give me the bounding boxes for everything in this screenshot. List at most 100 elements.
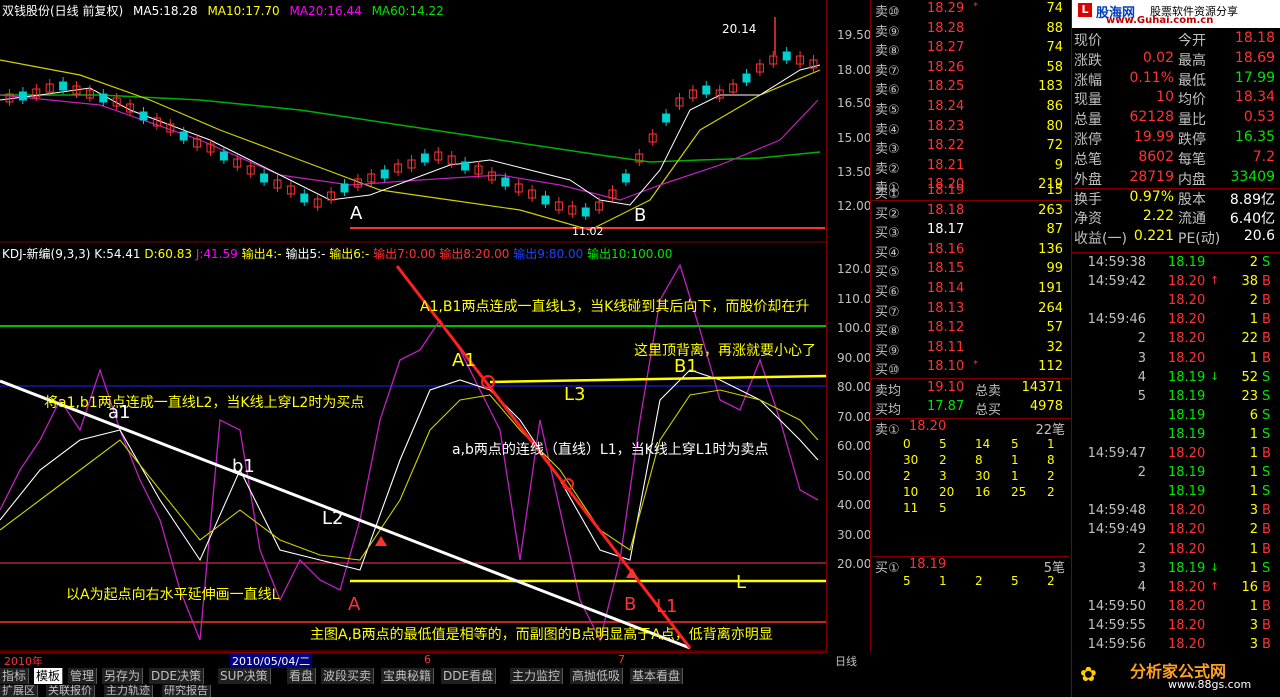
axis-kdj-10: 20.00 <box>837 557 872 571</box>
tick-time: 14:59:48 <box>1087 503 1146 519</box>
tab-12[interactable]: 基本看盘 <box>630 668 684 684</box>
tick-time: 14:59:49 <box>1087 522 1146 538</box>
buy-level-row[interactable]: 买④ 18.16 136 <box>873 242 1069 262</box>
stat-value: 18.69 <box>1234 49 1275 66</box>
sell-level-price: 18.23 <box>927 118 965 134</box>
sell-level-row[interactable]: 卖④ 18.23 80 <box>873 119 1069 139</box>
main-chart-area[interactable]: 双钱股份(日线 前复权) MA5:18.28 MA10:17.70 MA20:1… <box>0 0 868 669</box>
tick-volume: 3 <box>1249 617 1258 633</box>
buy-level-row[interactable]: 买⑤ 18.15 99 <box>873 261 1069 281</box>
tick-side: B <box>1262 522 1271 538</box>
sell-level-row[interactable]: 卖⑦ 18.26 58 <box>873 60 1069 80</box>
tick-time: 14:59:55 <box>1087 617 1146 633</box>
tab-3[interactable]: 另存为 <box>102 668 144 684</box>
buy-level-row[interactable]: 买⑦ 18.13 264 <box>873 301 1069 321</box>
stat-key: 量比 <box>1178 112 1206 129</box>
stat-value: 19.99 <box>1133 129 1174 145</box>
sell-level-label: 卖⑧ <box>875 44 900 60</box>
tick-price: 18.20 <box>1168 617 1206 633</box>
buy-level-row[interactable]: 买⑨ 18.11 32 <box>873 340 1069 360</box>
queue-cell: 2 <box>975 574 983 588</box>
buy-level-label: 买④ <box>875 245 900 261</box>
point-L: L <box>736 572 747 593</box>
buy-level-volume: 32 <box>1046 339 1063 355</box>
tick-side: B <box>1262 617 1271 633</box>
buy-level-volume: 263 <box>1038 202 1063 218</box>
annotation-l1-sell: a,b两点的连线（直线）L1，当K线上穿L1时为卖点 <box>452 442 769 458</box>
stat-value: 16.35 <box>1234 129 1275 145</box>
tick-side: S <box>1262 369 1271 385</box>
avg-price: 17.87 <box>927 399 965 414</box>
queue-cell: 11 <box>903 501 919 515</box>
price-axis: 19.50 18.00 16.50 15.00 13.50 12.00 120.… <box>826 0 872 668</box>
tick-side: S <box>1262 465 1271 481</box>
buy-level-price: 18.12 <box>927 320 965 336</box>
queue-cell: 5 <box>1011 574 1019 588</box>
buy-level-volume: 112 <box>1038 359 1063 375</box>
tab-4[interactable]: DDE决策 <box>149 668 205 684</box>
tab-7[interactable]: 波段买卖 <box>321 668 375 684</box>
tab2-0[interactable]: 扩展区 <box>0 685 38 697</box>
queue-cell: 2 <box>1047 469 1055 483</box>
buy-level-price: 18.18 <box>927 202 965 218</box>
tab-11[interactable]: 高抛低吸 <box>570 668 624 684</box>
tick-volume: 3 <box>1249 637 1258 652</box>
sell-level-price: 18.25 <box>927 79 965 95</box>
sell-level-row[interactable]: 卖⑥ 18.25 183 <box>873 79 1069 99</box>
tab-5[interactable]: SUP决策 <box>218 668 271 684</box>
point-B-kdj: B <box>624 594 637 615</box>
stat-value: 0.11% <box>1129 69 1174 86</box>
tick-price: 18.20 <box>1168 446 1206 461</box>
sell-level-row[interactable]: 卖⑤ 18.24 86 <box>873 99 1069 119</box>
queue-price: 18.19 <box>909 557 947 572</box>
tick-volume: 1 <box>1249 350 1258 366</box>
sell-level-row[interactable]: 卖⑩ 18.29 * 74 <box>873 1 1069 21</box>
buy-level-row[interactable]: 买⑥ 18.14 191 <box>873 281 1069 301</box>
sell-level-row[interactable]: 卖② 18.21 9 <box>873 158 1069 178</box>
tab2-1[interactable]: 关联报价 <box>46 685 95 697</box>
tab-6[interactable]: 看盘 <box>287 668 317 684</box>
sell-level-row[interactable]: 卖③ 18.22 72 <box>873 138 1069 158</box>
buy-level-row[interactable]: 买③ 18.17 87 <box>873 222 1069 242</box>
tab2-2[interactable]: 主力轨迹 <box>104 685 153 697</box>
chart-canvas[interactable] <box>0 0 826 652</box>
sell-level-label: 卖⑤ <box>875 103 900 118</box>
tick-side: S <box>1262 560 1271 576</box>
date-month-6: 6 <box>424 653 431 666</box>
buy-level-row[interactable]: 买⑧ 18.12 57 <box>873 320 1069 340</box>
axis-kdj-7: 50.00 <box>837 469 872 483</box>
ma20-line <box>0 59 821 231</box>
tab2-3[interactable]: 研究报告 <box>162 685 211 697</box>
buy-level-price: 18.10 <box>927 359 965 375</box>
axis-kdj-0: 120.0 <box>837 262 872 276</box>
avg-label: 卖均 <box>875 384 902 399</box>
point-B1: B1 <box>674 356 698 377</box>
period-label[interactable]: 日线 <box>835 653 857 669</box>
tick-side: B <box>1262 350 1271 366</box>
buy-level-row[interactable]: 买① 18.19 15 <box>873 183 1069 203</box>
quote-stat-row: 净资 2.22 流通 6.40亿 <box>1074 208 1279 227</box>
kdj-out5: 输出5:- <box>285 247 326 261</box>
tab-9[interactable]: DDE看盘 <box>441 668 497 684</box>
tab-10[interactable]: 主力监控 <box>510 668 564 684</box>
bottom-toolbar: 指标 模板 管理 另存为 DDE决策 SUP决策 看盘 波段买卖 宝典秘籍 DDE看盘 主力监控 高抛… <box>0 668 868 697</box>
sell-level-row[interactable]: 卖⑧ 18.27 74 <box>873 40 1069 60</box>
axis-kdj-6: 60.00 <box>837 439 872 453</box>
buy-level-row[interactable]: 买② 18.18 263 <box>873 203 1069 223</box>
buy-level-row[interactable]: 买⑩ 18.10 * 112 <box>873 359 1069 379</box>
tick-row: 2 18.20 22 B <box>1074 331 1279 350</box>
sell-level-volume: 80 <box>1046 118 1063 134</box>
tab-0[interactable]: 指标 <box>0 668 30 684</box>
sell-level-volume: 74 <box>1046 1 1063 16</box>
sell-level-row[interactable]: 卖⑨ 18.28 88 <box>873 21 1069 41</box>
tab-8[interactable]: 宝典秘籍 <box>381 668 435 684</box>
tab-1[interactable]: 模板 <box>34 668 64 684</box>
tick-side: B <box>1262 541 1271 557</box>
tick-price: 18.20 <box>1168 541 1206 557</box>
tick-time: 3 <box>1137 560 1146 576</box>
tab-2[interactable]: 管理 <box>68 668 98 684</box>
queue-cell: 5 <box>1011 437 1019 451</box>
tick-side: S <box>1262 255 1271 270</box>
stat-key: 现量 <box>1074 92 1102 109</box>
tick-price: 18.20 <box>1168 598 1206 614</box>
